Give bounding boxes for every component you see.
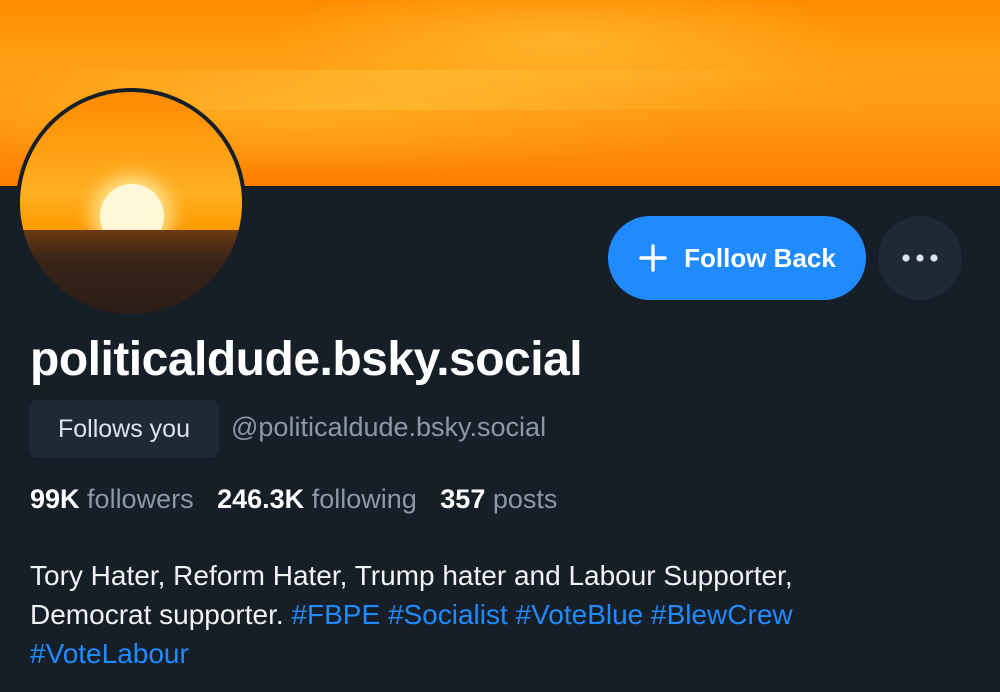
hashtag-link[interactable]: #VoteLabour xyxy=(30,638,189,669)
follows-you-label: Follows you xyxy=(58,414,190,443)
following-stat[interactable]: 246.3K following xyxy=(217,484,440,514)
plus-icon xyxy=(639,244,667,272)
avatar-horizon xyxy=(20,230,242,314)
more-dots-icon xyxy=(902,254,938,262)
handle: @politicaldude.bsky.social xyxy=(231,412,547,442)
posts-stat: 357 posts xyxy=(440,484,573,514)
profile-stats: 99K followers 246.3K following 357 posts xyxy=(30,484,573,515)
followers-count: 99K xyxy=(30,484,80,514)
followers-stat[interactable]: 99K followers xyxy=(30,484,217,514)
hashtag-link[interactable]: #BlewCrew xyxy=(651,599,793,630)
follow-back-label: Follow Back xyxy=(684,242,836,273)
bio-line-1: Tory Hater, Reform Hater, Trump hater an… xyxy=(30,560,793,591)
follow-back-button[interactable]: Follow Back xyxy=(608,216,866,300)
hashtag-link[interactable]: #FBPE xyxy=(291,599,380,630)
hashtag-link[interactable]: #Socialist xyxy=(388,599,508,630)
avatar[interactable] xyxy=(16,88,246,318)
profile-bio: Tory Hater, Reform Hater, Trump hater an… xyxy=(30,556,970,673)
followers-label: followers xyxy=(87,484,194,514)
hashtag-link[interactable]: #VoteBlue xyxy=(516,599,644,630)
following-label: following xyxy=(311,484,417,514)
bio-line-2: Democrat supporter. xyxy=(30,599,284,630)
display-name: politicaldude.bsky.social xyxy=(30,333,583,386)
following-count: 246.3K xyxy=(217,484,305,514)
posts-count: 357 xyxy=(440,484,486,514)
posts-label: posts xyxy=(492,484,558,514)
follows-you-badge: Follows you xyxy=(29,400,219,458)
more-options-button[interactable] xyxy=(878,216,962,300)
